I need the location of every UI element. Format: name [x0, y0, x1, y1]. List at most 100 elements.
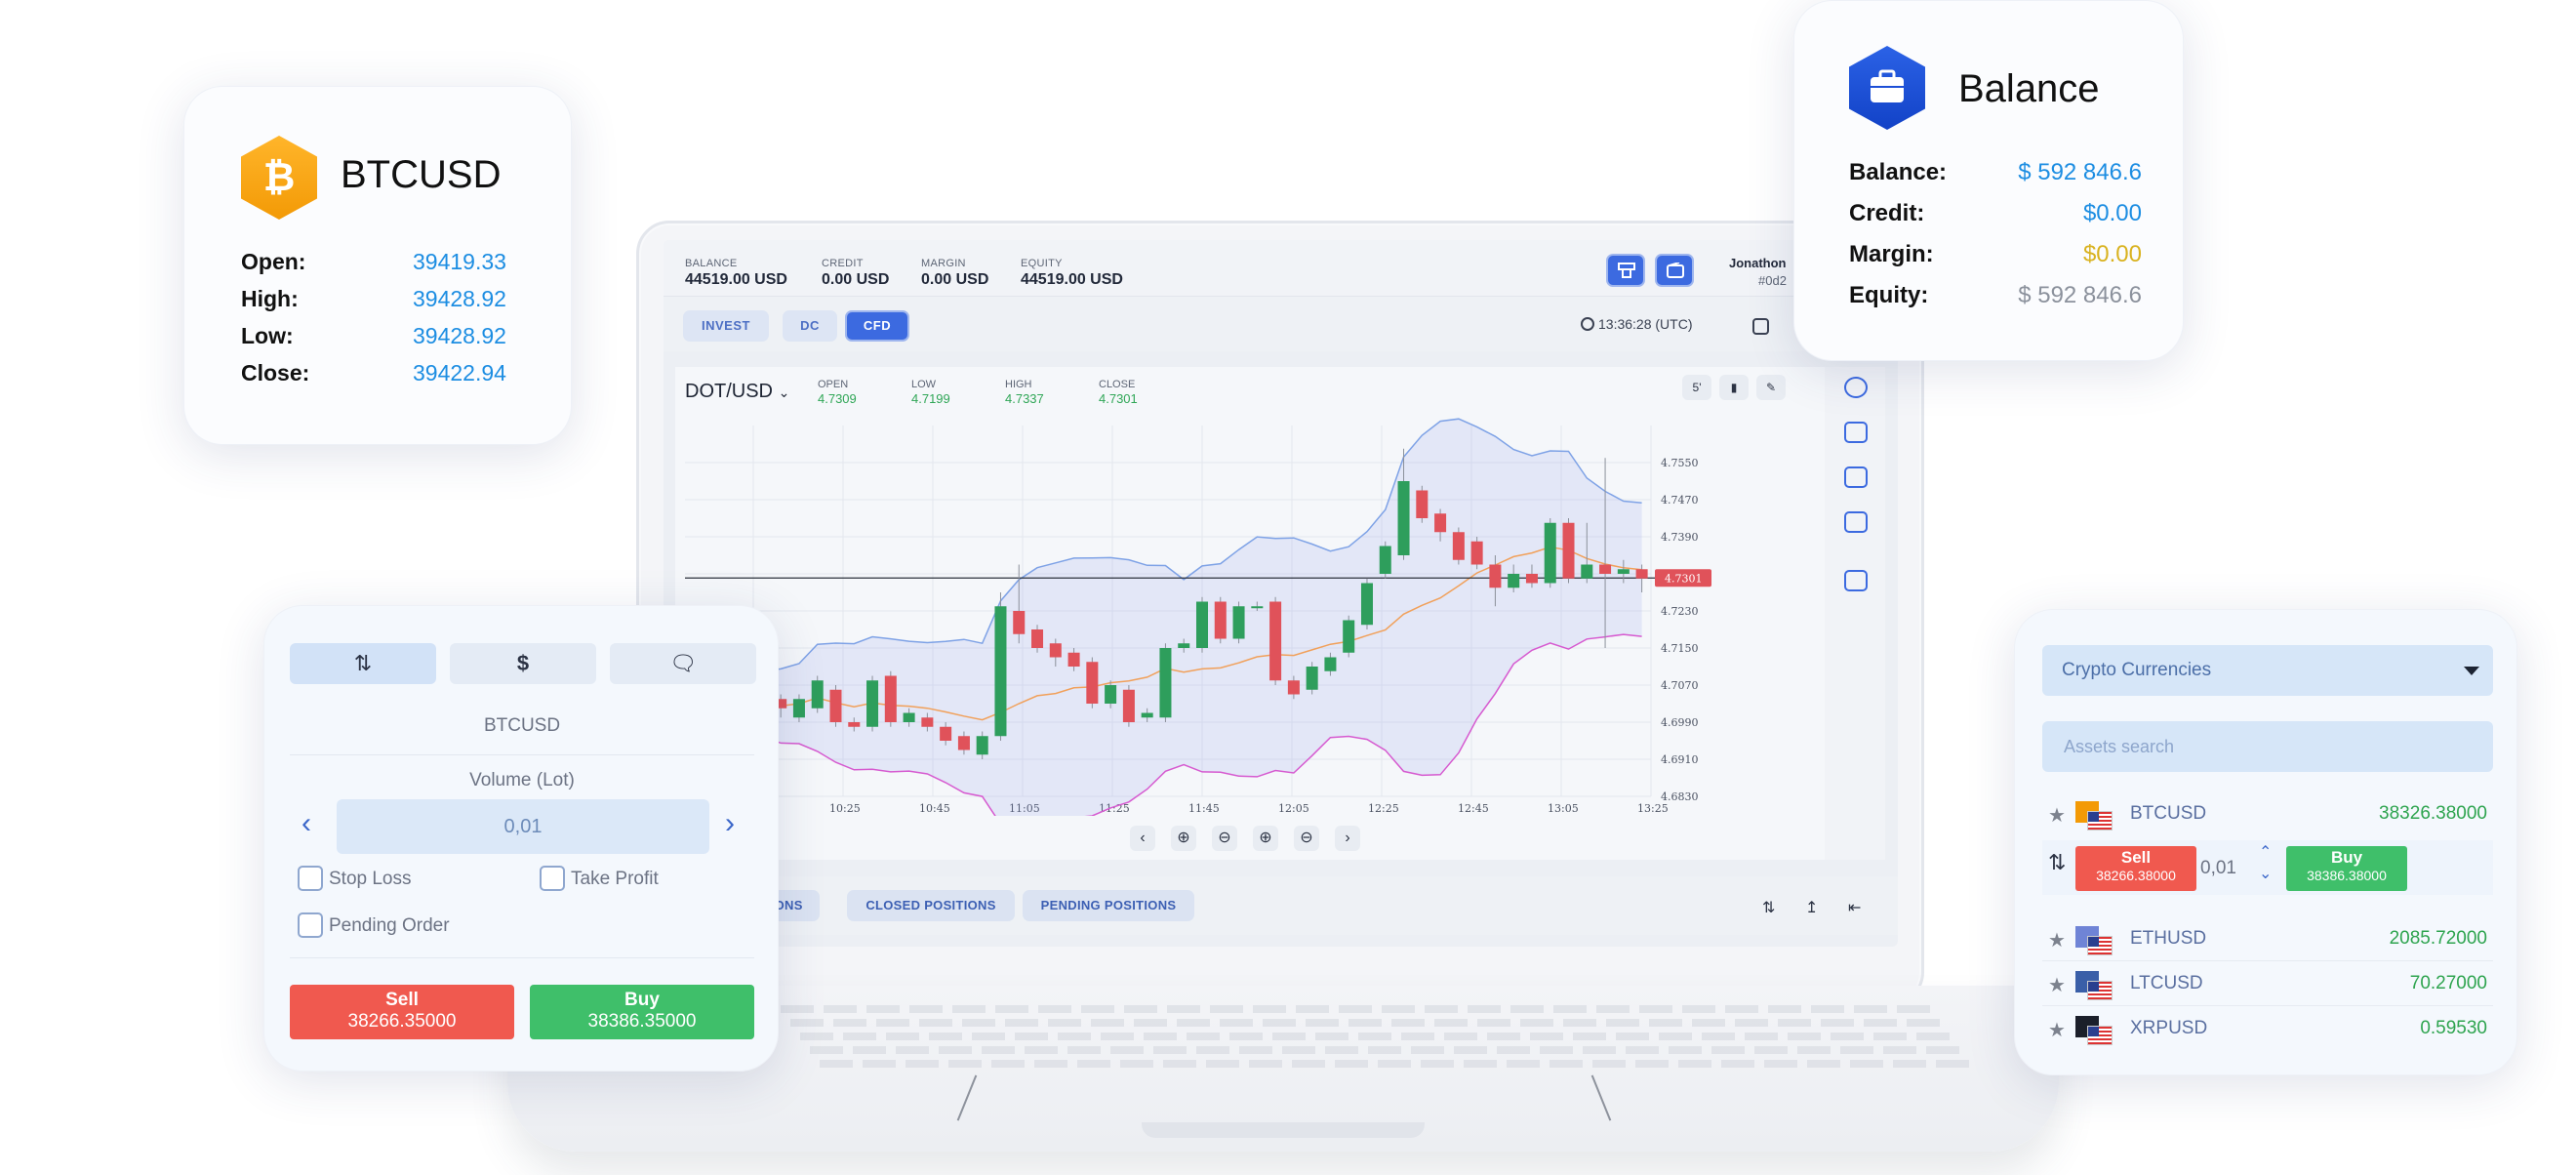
pending-order-option[interactable]: Pending Order [298, 912, 450, 938]
briefcase-icon [1849, 46, 1925, 130]
take-profit-option[interactable]: Take Profit [540, 866, 659, 891]
stop-loss-checkbox[interactable] [298, 866, 323, 891]
dock-left-icon[interactable]: ⇤ [1848, 898, 1861, 917]
account-margin: MARGIN 0.00 USD [921, 258, 988, 289]
candle-body [1581, 564, 1593, 579]
tab-invest[interactable]: INVEST [683, 310, 769, 342]
upload-icon[interactable]: ↥ [1805, 898, 1818, 917]
asset-row-ltcusd[interactable]: ★ LTCUSD 70.27000 [2042, 961, 2493, 1006]
bal-credit-row: Credit: $0.00 [1849, 200, 2142, 227]
star-icon[interactable]: ★ [2048, 803, 2066, 828]
zoom-in-button[interactable]: ⊕ [1171, 826, 1196, 851]
deposit-button[interactable] [1606, 254, 1645, 287]
credit-label: CREDIT [822, 258, 864, 269]
chevron-right-icon: › [1345, 830, 1350, 846]
ohlc-low-value: 4.7199 [911, 391, 950, 406]
tab-chat[interactable]: 🗨 [610, 643, 756, 684]
candle-body [957, 736, 970, 750]
zoom-in-alt-button[interactable]: ⊕ [1253, 826, 1278, 851]
server-clock: 13:36:28 (UTC) [1581, 316, 1692, 332]
calendar-icon[interactable] [1844, 570, 1868, 591]
category-select[interactable]: Crypto Currencies [2042, 645, 2493, 696]
x-tick-label: 11:45 [1188, 802, 1220, 815]
y-tick-label: 4.7470 [1661, 494, 1699, 506]
chat-icon[interactable] [1844, 511, 1868, 533]
price-chart[interactable]: 4.75504.74704.73904.73104.72304.71504.70… [675, 406, 1827, 816]
asset-row-ethusd[interactable]: ★ ETHUSD 2085.72000 [2042, 916, 2493, 961]
wallet-button[interactable] [1655, 254, 1694, 287]
buy-button[interactable]: Buy 38386.35000 [530, 985, 754, 1039]
candle-type-button[interactable]: ▮ [1719, 375, 1749, 400]
stop-loss-option[interactable]: Stop Loss [298, 866, 412, 891]
chevron-up-icon[interactable]: ⌃ [2259, 842, 2272, 862]
candle-body [829, 689, 842, 722]
draw-tool-button[interactable]: ✎ [1756, 375, 1786, 400]
candle-body [1397, 481, 1410, 555]
sell-button[interactable]: Sell 38266.35000 [290, 985, 514, 1039]
candle-body [1599, 564, 1612, 574]
asset-name: LTCUSD [2130, 973, 2203, 993]
x-tick-label: 12:05 [1278, 802, 1309, 815]
take-profit-label: Take Profit [571, 869, 659, 889]
balance-card-title: Balance [1958, 67, 2100, 110]
equity-value: 44519.00 USD [1021, 271, 1123, 288]
tab-closed-positions[interactable]: CLOSED POSITIONS [847, 890, 1015, 921]
star-icon[interactable]: ★ [2048, 928, 2066, 952]
quick-sell-button[interactable]: Sell 38266.38000 [2075, 846, 2196, 891]
zoom-in-alt-icon: ⊕ [1259, 830, 1272, 846]
analytics-icon[interactable] [1844, 422, 1868, 443]
tab-trade[interactable]: ⇅ [290, 643, 436, 684]
volume-input[interactable] [337, 799, 709, 854]
tab-dollar[interactable]: $ [450, 643, 596, 684]
timeframe-button[interactable]: 5' [1682, 375, 1711, 400]
candle-body [1141, 712, 1153, 718]
volume-increase-button[interactable]: › [725, 807, 735, 840]
chart-side-toolbar [1825, 367, 1885, 860]
asset-price: 38326.38000 [2379, 803, 2487, 824]
zoom-out-button[interactable]: ⊖ [1212, 826, 1237, 851]
scroll-left-button[interactable]: ‹ [1130, 826, 1155, 851]
tab-dc[interactable]: DC [783, 310, 837, 342]
x-tick-label: 13:25 [1637, 802, 1669, 815]
asset-row-xrpusd[interactable]: ★ XRPUSD 0.59530 [2042, 1006, 2493, 1051]
chevron-down-icon[interactable]: ⌄ [2259, 864, 2272, 883]
collapse-icon[interactable]: ⇅ [1762, 898, 1775, 917]
instrument-selector[interactable]: DOT/USD ⌄ [685, 381, 789, 403]
quick-trade-strip: ⇅ Sell 38266.38000 0,01 ⌃ ⌄ Buy 38386.3800… [2042, 840, 2493, 895]
asset-price: 70.27000 [2409, 973, 2487, 993]
indicators-icon[interactable] [1844, 377, 1868, 398]
quick-buy-button[interactable]: Buy 38386.38000 [2286, 846, 2407, 891]
layout-checkbox[interactable] [1752, 318, 1769, 335]
zoom-out-alt-button[interactable]: ⊖ [1294, 826, 1319, 851]
user-name[interactable]: Jonathon [1729, 256, 1787, 270]
candle-body [940, 726, 952, 741]
signals-icon[interactable] [1844, 466, 1868, 488]
ohlc-close-label: CLOSE [1099, 379, 1136, 390]
star-icon[interactable]: ★ [2048, 1018, 2066, 1042]
positions-tabs: OPEN POSITIONS CLOSED POSITIONS PENDING … [664, 876, 1898, 935]
instrument-name: DOT/USD [685, 381, 773, 402]
asset-name: BTCUSD [2130, 803, 2207, 824]
quick-volume-value[interactable]: 0,01 [2200, 858, 2236, 879]
star-icon[interactable]: ★ [2048, 973, 2066, 997]
candle-body [1452, 532, 1465, 560]
y-tick-label: 4.7150 [1661, 642, 1699, 655]
tab-pending-positions[interactable]: PENDING POSITIONS [1023, 890, 1194, 921]
scroll-right-button[interactable]: › [1335, 826, 1360, 851]
x-tick-label: 13:05 [1548, 802, 1579, 815]
asset-row-btcusd[interactable]: ★ BTCUSD 38326.38000 [2042, 791, 2493, 836]
volume-decrease-button[interactable]: ‹ [302, 807, 311, 840]
candle-body [1434, 513, 1447, 533]
assets-search-input[interactable] [2042, 721, 2493, 772]
candle-body [811, 680, 824, 709]
tab-cfd[interactable]: CFD [845, 310, 909, 342]
take-profit-checkbox[interactable] [540, 866, 565, 891]
user-id: #0d2 [1758, 273, 1787, 288]
candle-body [976, 736, 988, 755]
btcusd-card: ₿ BTCUSD Open: 39419.33 High: 39428.92 Low… [183, 86, 572, 445]
asset-name: ETHUSD [2130, 928, 2207, 949]
divider [290, 957, 754, 958]
pending-order-checkbox[interactable] [298, 912, 323, 938]
candle-body [921, 717, 934, 727]
margin-value: 0.00 USD [921, 271, 989, 288]
